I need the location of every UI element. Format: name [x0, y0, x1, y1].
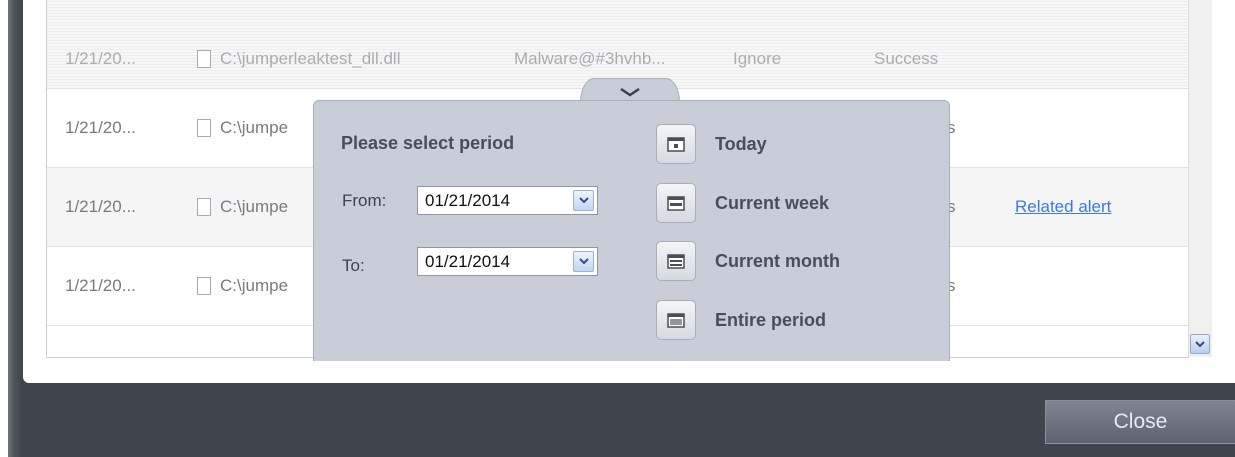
- dropdown-arrow-button[interactable]: [573, 190, 594, 211]
- from-label: From:: [342, 191, 387, 210]
- period-popup: Please select period From: 01/21/2014 To…: [313, 100, 950, 361]
- file-cell: C:\jumpe: [197, 89, 288, 167]
- chevron-down-icon: [1195, 340, 1205, 347]
- option-label: Entire period: [715, 309, 827, 330]
- popup-title: Please select period: [341, 133, 515, 153]
- period-option-current-week[interactable]: Current week: [656, 183, 829, 223]
- document-icon: [197, 49, 211, 68]
- close-button[interactable]: Close: [1045, 400, 1235, 444]
- from-date-value: 01/21/2014: [425, 190, 511, 210]
- document-icon: [197, 119, 211, 137]
- period-option-entire-period[interactable]: Entire period: [656, 300, 826, 340]
- vertical-scrollbar[interactable]: [1188, 0, 1212, 357]
- dropdown-arrow-button[interactable]: [573, 251, 594, 272]
- file-cell: C:\jumpe: [197, 247, 288, 325]
- document-icon: [197, 198, 211, 216]
- document-icon: [197, 277, 211, 295]
- calendar-icon: [656, 124, 696, 164]
- from-date-select[interactable]: 01/21/2014: [417, 186, 598, 215]
- calendar-icon: [656, 183, 696, 223]
- to-date-value: 01/21/2014: [425, 251, 511, 271]
- to-label: To:: [342, 256, 365, 275]
- calendar-icon: [656, 300, 696, 340]
- date-cell: 1/21/20...: [65, 197, 136, 216]
- option-label: Current month: [715, 250, 840, 271]
- date-cell: 1/21/20...: [65, 276, 136, 295]
- file-path: C:\jumpe: [220, 118, 289, 137]
- table-row[interactable]: 1/21/20... C:\jumperleaktest_dll.dll Mal…: [47, 0, 1188, 89]
- to-date-select[interactable]: 01/21/2014: [417, 247, 598, 276]
- related-alert-link[interactable]: Related alert: [1015, 168, 1111, 246]
- calendar-icon: [656, 241, 696, 281]
- file-path: C:\jumperleaktest_dll.dll: [220, 48, 401, 68]
- scroll-down-button[interactable]: [1190, 334, 1210, 354]
- chevron-down-icon: [578, 258, 589, 265]
- date-cell: 1/21/20...: [65, 118, 136, 137]
- option-label: Today: [715, 133, 767, 154]
- chevron-down-icon: [578, 197, 589, 204]
- option-label: Current week: [715, 192, 830, 213]
- file-cell: C:\jumpe: [197, 168, 288, 246]
- period-option-current-month[interactable]: Current month: [656, 241, 840, 281]
- period-option-today[interactable]: Today: [656, 124, 767, 164]
- chevron-down-icon: [620, 87, 640, 97]
- file-path: C:\jumpe: [220, 197, 289, 216]
- file-path: C:\jumpe: [220, 276, 289, 295]
